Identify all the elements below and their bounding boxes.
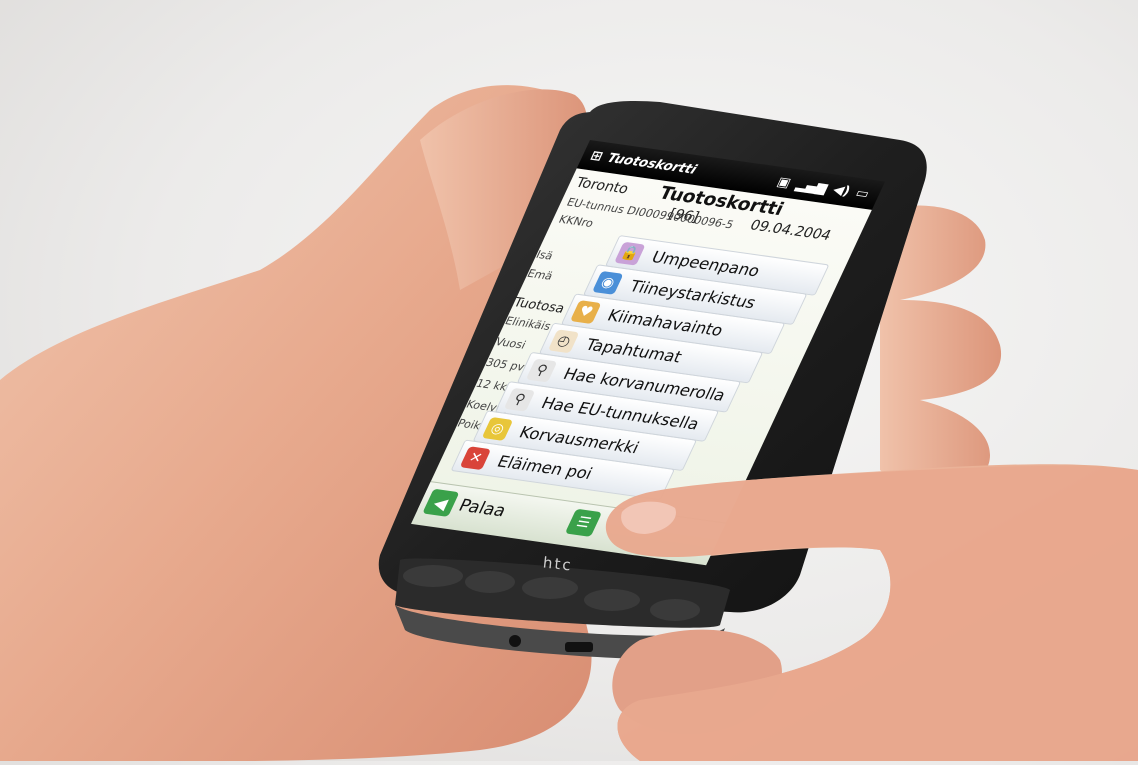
pointing-finger	[605, 466, 1138, 761]
photo-scene: htc ⊞ Tuotoskortti ▣ ▂▄▆ ◀) ▭ Tuotoskort…	[0, 0, 1138, 762]
finger-overlay	[605, 466, 1138, 761]
